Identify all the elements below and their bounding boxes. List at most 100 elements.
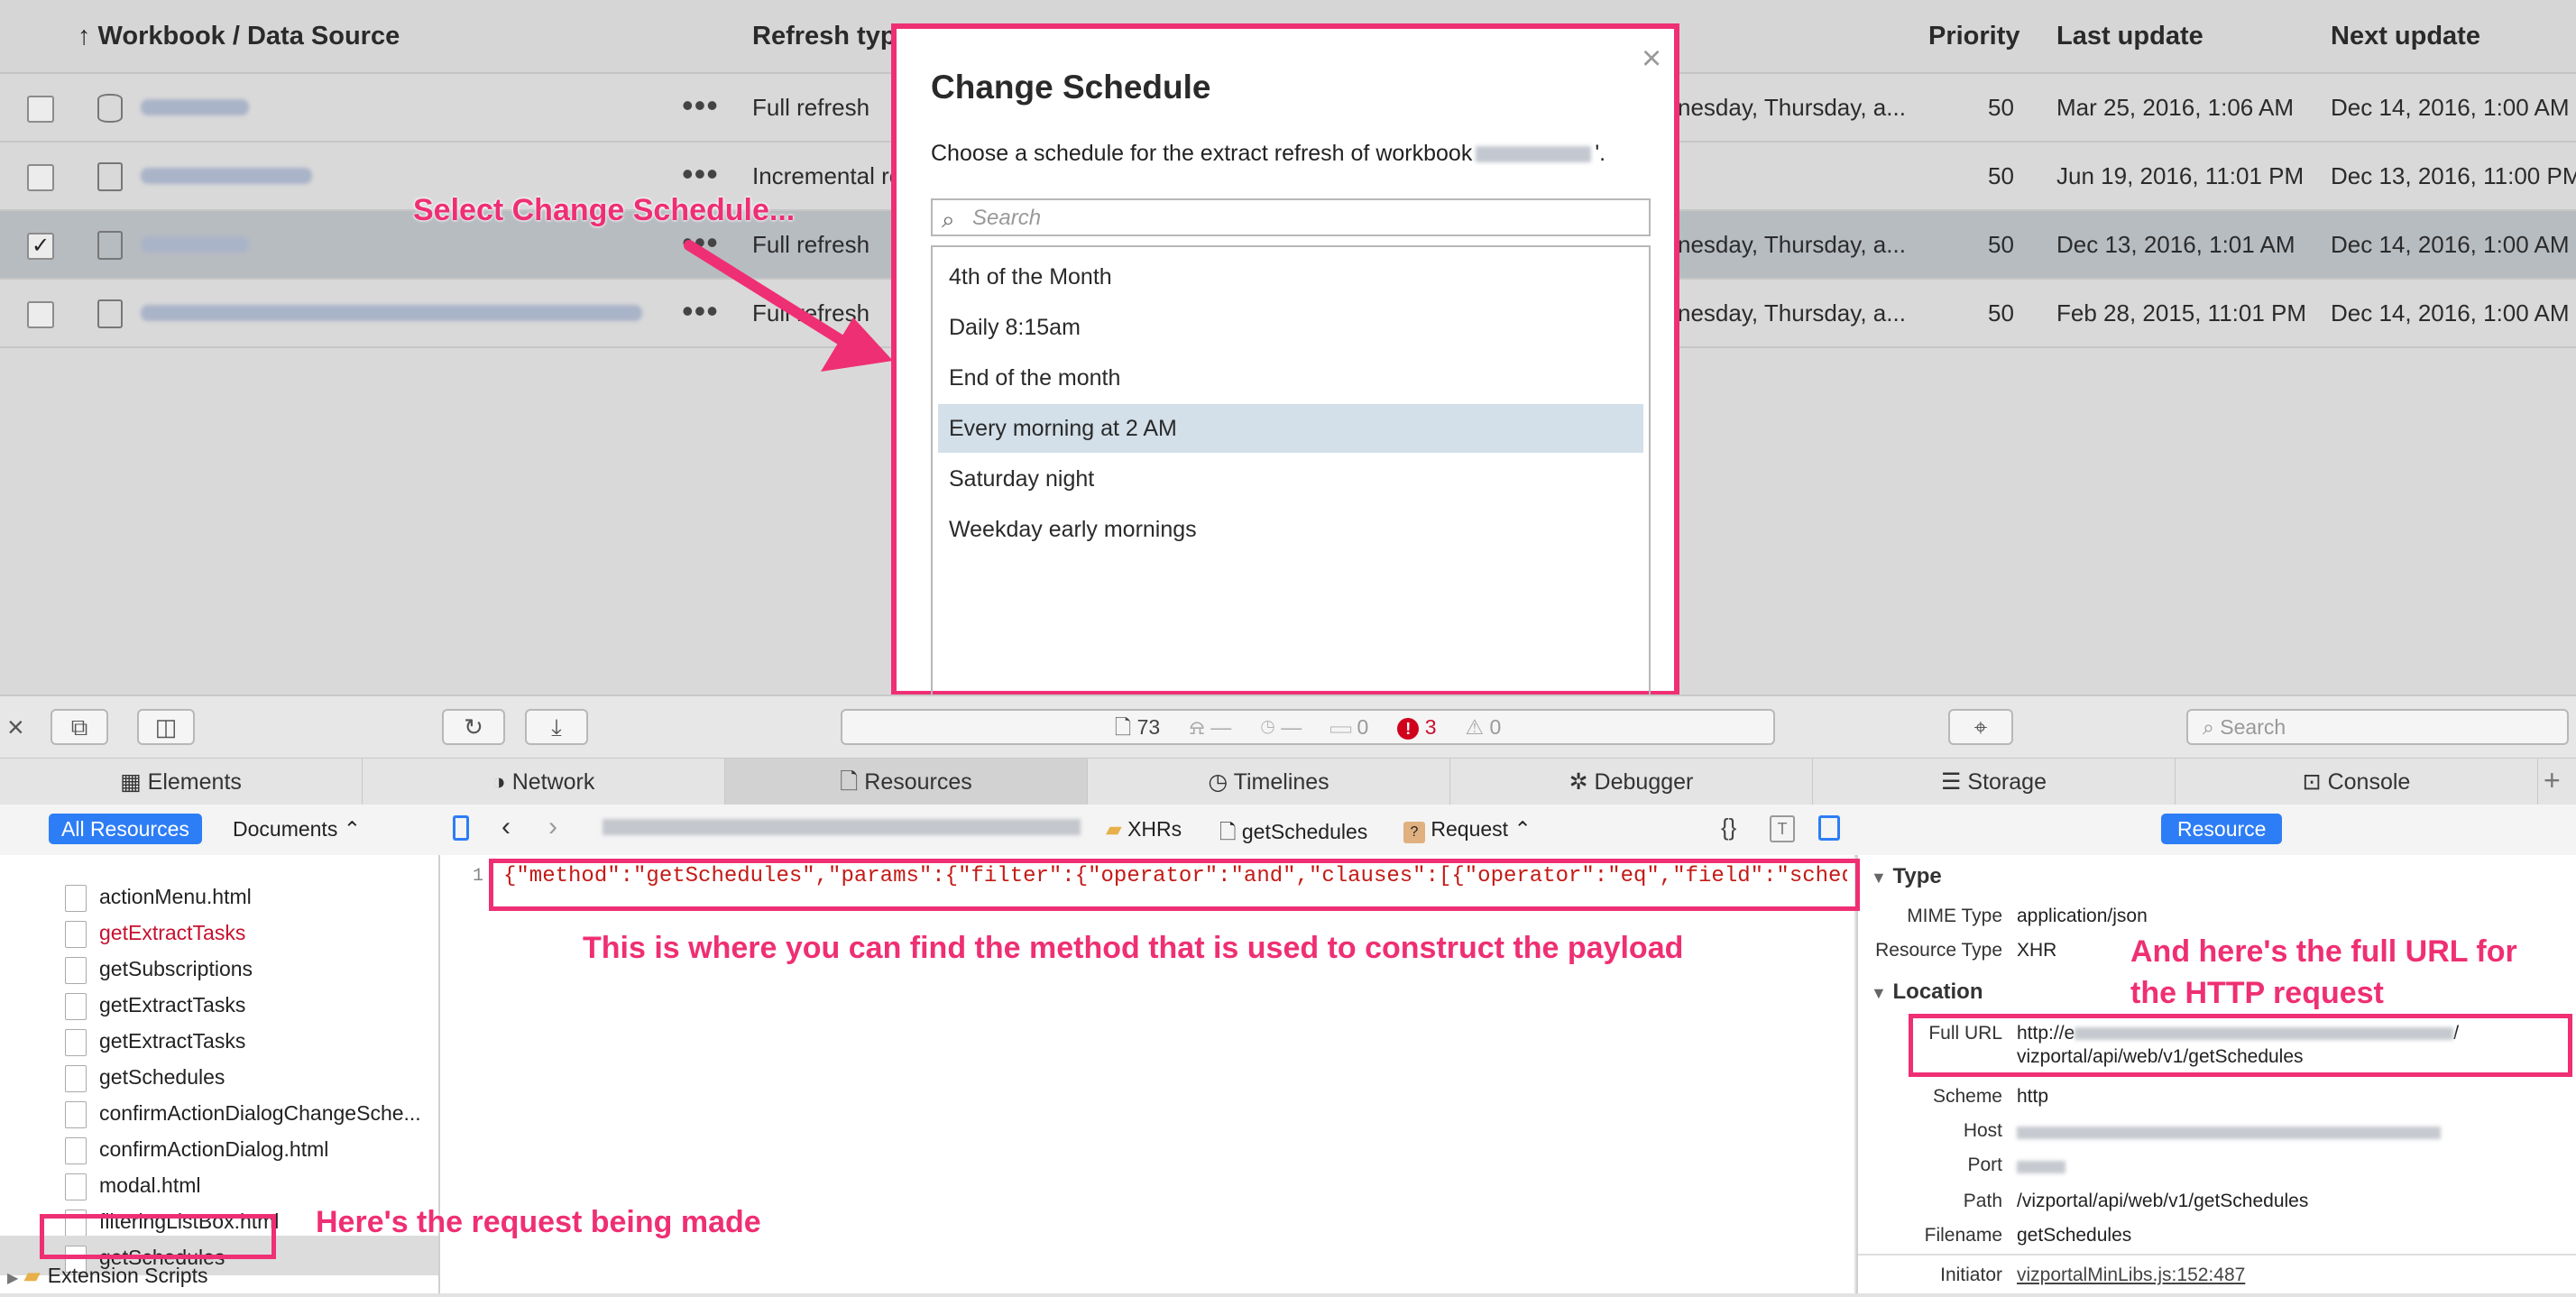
back-icon[interactable]: ‹ — [501, 812, 511, 842]
row-actions-button[interactable]: ••• — [682, 87, 719, 124]
sidebar-item[interactable]: getSchedules — [65, 1059, 225, 1095]
file-icon — [65, 1028, 87, 1056]
col-refresh-type[interactable]: Refresh type — [752, 22, 911, 51]
location-section[interactable]: ▼ Location — [1871, 980, 1983, 1005]
last-update-value: Feb 28, 2015, 11:01 PM — [2056, 299, 2307, 327]
forward-icon[interactable]: › — [548, 812, 557, 842]
close-icon[interactable]: × — [1642, 40, 1661, 78]
breadcrumb-getschedules[interactable]: 🗋 getSchedules — [1219, 817, 1367, 852]
priority-value: 50 — [1988, 162, 2014, 189]
schedule-option[interactable]: Weekday early mornings — [938, 505, 1643, 554]
details-toggle-icon[interactable] — [1818, 815, 1840, 841]
sidebar-item[interactable]: confirmActionDialogChangeSche... — [65, 1095, 421, 1131]
sidebar-item-label: getExtractTasks — [99, 921, 246, 944]
text-icon[interactable]: T — [1770, 815, 1795, 842]
port-value — [2017, 1156, 2065, 1178]
download-icon[interactable]: ⤓ — [525, 709, 588, 745]
resources-subbar: All Resources Documents ⌃ ‹ › ▰ XHRs 🗋 g… — [0, 805, 2576, 857]
row-checkbox[interactable] — [27, 164, 54, 191]
col-last-update[interactable]: Last update — [2056, 22, 2203, 51]
sidebar-item[interactable]: confirmActionDialog.html — [65, 1131, 328, 1167]
sidebar-item[interactable]: modal.html — [65, 1167, 200, 1203]
reload-icon[interactable]: ↻ — [442, 709, 505, 745]
redacted-host — [2017, 1127, 2441, 1140]
schedule-search-input[interactable] — [971, 204, 1642, 233]
row-checkbox[interactable] — [27, 301, 54, 328]
clock-icon: ◷ — [1208, 769, 1228, 795]
status-bar[interactable]: 🗋 73 ⍾ — ◷ — ▭ 0 ! 3 ⚠ 0 — [841, 709, 1775, 745]
tab-resources[interactable]: 🗋 Resources — [725, 759, 1088, 805]
file-icon — [65, 992, 87, 1020]
breadcrumb-label: getSchedules — [1241, 820, 1368, 843]
tab-label: Storage — [1967, 769, 2047, 795]
detail-label: Filename — [1924, 1225, 2002, 1246]
server-tasks-view: ↑ Workbook / Data Source Refresh type Pr… — [0, 0, 2576, 705]
sidebar-item[interactable]: actionMenu.html — [65, 878, 252, 915]
initiator-link[interactable]: vizportalMinLibs.js:152:487 — [2017, 1265, 2245, 1286]
next-update-value: Dec 14, 2016, 1:00 AM — [2331, 94, 2570, 121]
row-checkbox[interactable] — [27, 96, 54, 123]
refresh-type: Full refresh — [752, 94, 870, 121]
row-checkbox[interactable]: ✓ — [27, 233, 54, 260]
crosshair-icon[interactable]: ⌖ — [1948, 709, 2013, 745]
close-icon[interactable]: × — [7, 711, 24, 744]
breadcrumb-xhrs[interactable]: ▰ XHRs — [1106, 817, 1182, 842]
redacted-name[interactable] — [141, 236, 249, 253]
sidebar-toggle-icon[interactable] — [453, 815, 469, 841]
datasource-icon — [97, 94, 123, 123]
sidebar-item[interactable]: getSubscriptions — [65, 951, 253, 987]
tab-timelines[interactable]: ◷ Timelines — [1088, 759, 1450, 805]
type-section[interactable]: ▼ Type — [1871, 864, 1942, 889]
dialog-title: Change Schedule — [931, 69, 1211, 106]
tab-label: Timelines — [1233, 769, 1329, 795]
undock-icon[interactable]: ⧉ — [51, 709, 108, 745]
schedule-option[interactable]: 4th of the Month — [938, 253, 1643, 301]
redacted-name[interactable] — [141, 99, 249, 115]
sidebar-item[interactable]: getExtractTasks — [65, 915, 245, 951]
schedule-option[interactable]: Daily 8:15am — [938, 303, 1643, 352]
file-icon: 🗋 — [1219, 820, 1237, 843]
redacted-name[interactable] — [141, 305, 642, 321]
redacted-domain[interactable] — [603, 819, 1081, 835]
documents-dropdown[interactable]: Documents ⌃ — [233, 817, 361, 842]
sidebar-folder[interactable]: ▶ ▰ Extension Scripts — [7, 1257, 207, 1293]
col-next-update[interactable]: Next update — [2331, 22, 2480, 51]
sidebar-item[interactable]: getExtractTasks — [65, 987, 245, 1023]
sidebar-item[interactable]: getExtractTasks — [65, 1023, 245, 1059]
network-icon: ◑ — [492, 769, 506, 795]
breadcrumb-request[interactable]: ? Request ⌃ — [1403, 817, 1532, 843]
schedule-search[interactable]: ⌕ — [931, 198, 1651, 236]
sidebar-item-label: getExtractTasks — [99, 1029, 246, 1053]
workbook-icon — [97, 231, 123, 260]
annotation-select-change: Select Change Schedule... — [413, 193, 796, 227]
devtools-search[interactable]: ⌕ Search — [2186, 709, 2569, 745]
annotation-box-request — [40, 1214, 276, 1259]
elements-icon: ▦ — [120, 769, 142, 795]
dock-side-icon[interactable]: ◫ — [137, 709, 195, 745]
tab-storage[interactable]: ☰ Storage — [1813, 759, 2176, 805]
message-icon: ▭ — [1330, 715, 1352, 739]
warning-count: 0 — [1489, 715, 1502, 739]
sidebar-item-label: confirmActionDialog.html — [99, 1137, 329, 1161]
add-tab-icon[interactable]: + — [2544, 764, 2561, 797]
file-icon — [65, 1173, 87, 1200]
schedule-text: nesday, Thursday, a... — [1678, 94, 1906, 121]
row-actions-button[interactable]: ••• — [682, 155, 719, 193]
schedule-list[interactable]: 4th of the Month Daily 8:15am End of the… — [931, 245, 1651, 705]
braces-icon[interactable]: {} — [1721, 814, 1736, 842]
tab-console[interactable]: ⊡ Console — [2176, 759, 2538, 805]
resource-button[interactable]: Resource — [2161, 814, 2283, 844]
resources-icon: 🗋 — [840, 769, 859, 795]
schedule-option[interactable]: End of the month — [938, 354, 1643, 402]
log-count: 0 — [1357, 715, 1369, 739]
tab-elements[interactable]: ▦ Elements — [0, 759, 363, 805]
schedule-option-selected[interactable]: Every morning at 2 AM — [938, 404, 1643, 453]
col-workbook[interactable]: ↑ Workbook / Data Source — [78, 22, 400, 51]
col-priority[interactable]: Priority — [1928, 22, 2020, 51]
all-resources-button[interactable]: All Resources — [49, 814, 202, 844]
schedule-option[interactable]: Saturday night — [938, 455, 1643, 503]
tab-debugger[interactable]: ✲ Debugger — [1450, 759, 1813, 805]
tab-network[interactable]: ◑ Network — [363, 759, 725, 805]
redacted-name[interactable] — [141, 168, 312, 184]
next-update-value: Dec 14, 2016, 1:00 AM — [2331, 299, 2570, 327]
